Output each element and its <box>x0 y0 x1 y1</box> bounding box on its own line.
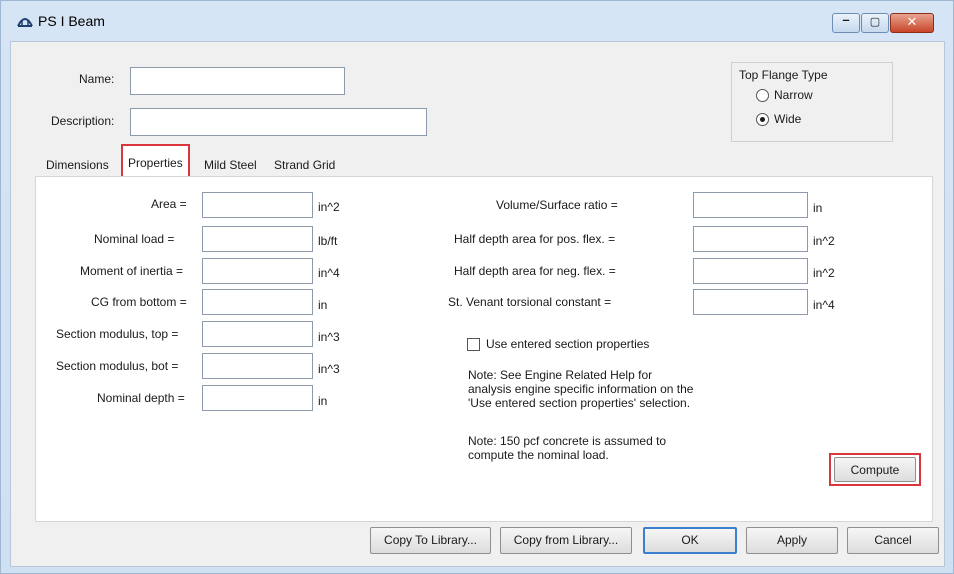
note2-line2: compute the nominal load. <box>468 448 609 462</box>
bridge-icon <box>17 18 33 27</box>
description-label: Description: <box>51 114 115 128</box>
name-label: Name: <box>79 72 115 86</box>
section-modulus-bot-label: Section modulus, bot = <box>56 359 179 373</box>
close-icon: ✕ <box>906 14 918 29</box>
note2-line1: Note: 150 pcf concrete is assumed to <box>468 434 667 448</box>
note1-line3: 'Use entered section properties' selecti… <box>468 396 691 410</box>
nominal-depth-label: Nominal depth = <box>97 391 185 405</box>
cancel-button[interactable]: Cancel <box>847 527 939 554</box>
half-depth-neg-label: Half depth area for neg. flex. = <box>454 264 616 278</box>
copy-to-library-button[interactable]: Copy To Library... <box>370 527 491 554</box>
section-modulus-top-unit: in^3 <box>318 330 340 344</box>
half-depth-pos-input[interactable] <box>693 226 808 252</box>
maximize-icon: ▢ <box>869 16 881 28</box>
st-venant-label: St. Venant torsional constant = <box>448 295 612 309</box>
description-input[interactable] <box>130 108 427 136</box>
minimize-button[interactable]: – <box>832 12 860 33</box>
nominal-load-unit: lb/ft <box>318 234 338 248</box>
use-entered-label[interactable]: Use entered section properties <box>486 337 649 351</box>
tab-properties[interactable]: Properties <box>121 144 190 178</box>
compute-button[interactable]: Compute <box>834 457 916 482</box>
tab-strand-grid[interactable]: Strand Grid <box>269 154 340 176</box>
nominal-load-label: Nominal load = <box>94 232 175 246</box>
dialog-client-area: Name: Description: Top Flange Type Narro… <box>10 41 945 567</box>
half-depth-neg-unit: in^2 <box>813 266 835 280</box>
ok-button[interactable]: OK <box>643 527 737 554</box>
minimize-icon: – <box>842 12 850 27</box>
st-venant-input[interactable] <box>693 289 808 315</box>
tab-mild-steel[interactable]: Mild Steel <box>199 154 262 176</box>
wide-radio-label[interactable]: Wide <box>774 112 801 126</box>
section-modulus-top-label: Section modulus, top = <box>56 327 179 341</box>
half-depth-neg-input[interactable] <box>693 258 808 284</box>
ps-i-beam-window: PS I Beam – ▢ ✕ Name: Description: Top F… <box>0 0 954 574</box>
narrow-radio[interactable] <box>756 89 769 102</box>
nominal-depth-input[interactable] <box>202 385 313 411</box>
maximize-button[interactable]: ▢ <box>861 13 889 33</box>
nominal-load-input[interactable] <box>202 226 313 252</box>
section-modulus-bot-unit: in^3 <box>318 362 340 376</box>
cg-from-bottom-input[interactable] <box>202 289 313 315</box>
half-depth-pos-label: Half depth area for pos. flex. = <box>454 232 616 246</box>
volume-surface-ratio-input[interactable] <box>693 192 808 218</box>
title-bar[interactable]: PS I Beam – ▢ ✕ <box>1 1 953 41</box>
wide-radio[interactable] <box>756 113 769 126</box>
section-modulus-top-input[interactable] <box>202 321 313 347</box>
moment-of-inertia-input[interactable] <box>202 258 313 284</box>
close-button[interactable]: ✕ <box>890 13 934 33</box>
area-unit: in^2 <box>318 200 340 214</box>
window-title: PS I Beam <box>38 13 105 29</box>
area-label: Area = <box>151 197 187 211</box>
cg-from-bottom-unit: in <box>318 298 328 312</box>
moment-of-inertia-label: Moment of inertia = <box>80 264 184 278</box>
name-input[interactable] <box>130 67 345 95</box>
narrow-radio-label[interactable]: Narrow <box>774 88 813 102</box>
use-entered-checkbox[interactable] <box>467 338 480 351</box>
cg-from-bottom-label: CG from bottom = <box>91 295 187 309</box>
apply-button[interactable]: Apply <box>746 527 838 554</box>
volume-surface-ratio-label: Volume/Surface ratio = <box>496 198 618 212</box>
moment-of-inertia-unit: in^4 <box>318 266 340 280</box>
tab-dimensions[interactable]: Dimensions <box>41 154 114 176</box>
half-depth-pos-unit: in^2 <box>813 234 835 248</box>
engine-help-note: Note: See Engine Related Help for analys… <box>468 368 693 410</box>
top-flange-type-title: Top Flange Type <box>739 68 828 82</box>
volume-surface-ratio-unit: in <box>813 201 823 215</box>
note1-line1: Note: See Engine Related Help for <box>468 368 653 382</box>
area-input[interactable] <box>202 192 313 218</box>
section-modulus-bot-input[interactable] <box>202 353 313 379</box>
st-venant-unit: in^4 <box>813 298 835 312</box>
nominal-depth-unit: in <box>318 394 328 408</box>
concrete-note: Note: 150 pcf concrete is assumed to com… <box>468 434 666 462</box>
copy-from-library-button[interactable]: Copy from Library... <box>500 527 632 554</box>
note1-line2: analysis engine specific information on … <box>468 382 694 396</box>
